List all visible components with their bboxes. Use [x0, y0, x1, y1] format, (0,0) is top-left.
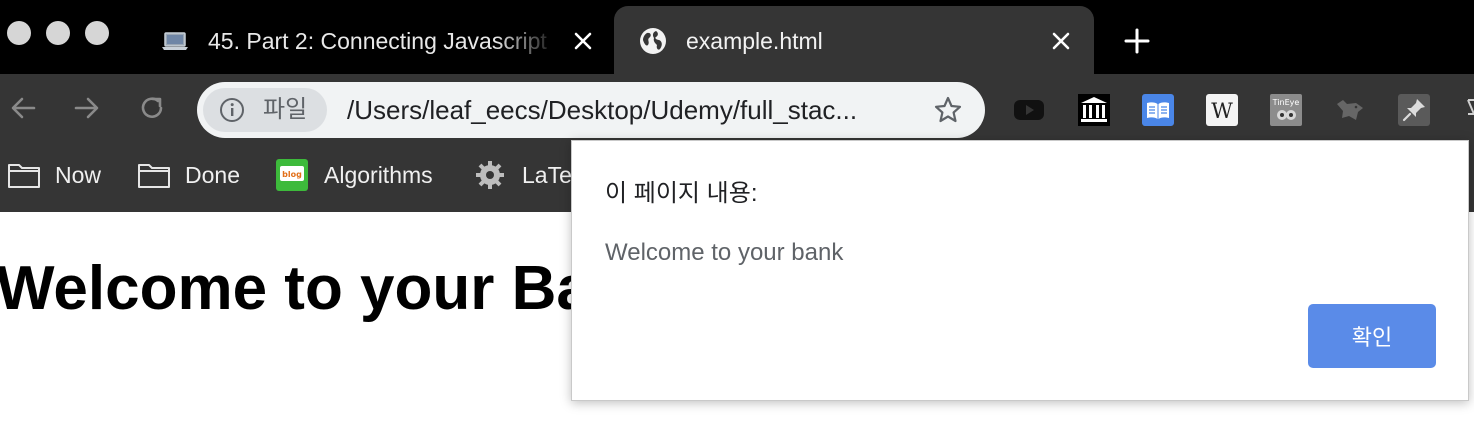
bookmark-done[interactable]: Done	[137, 158, 240, 192]
close-icon[interactable]	[570, 28, 596, 54]
window-zoom-button[interactable]	[85, 21, 109, 45]
folder-icon	[138, 164, 170, 188]
pin-icon[interactable]	[1398, 94, 1430, 126]
museum-icon[interactable]	[1078, 94, 1110, 126]
address-bar[interactable]: 파일 /Users/leaf_eecs/Desktop/Udemy/full_s…	[197, 82, 985, 138]
svg-text:TinEye: TinEye	[1272, 98, 1300, 107]
fox-icon[interactable]	[1334, 94, 1366, 126]
tab-title: 45. Part 2: Connecting Javascript	[208, 28, 547, 54]
window-close-button[interactable]	[7, 21, 31, 45]
reader-icon[interactable]	[1142, 94, 1174, 126]
ok-button[interactable]: 확인	[1308, 304, 1436, 368]
window-minimize-button[interactable]	[46, 21, 70, 45]
new-tab-button[interactable]	[1122, 26, 1152, 56]
tineye-icon[interactable]: TinEye	[1270, 94, 1302, 126]
page-heading: Welcome to your Bank	[0, 254, 664, 323]
overflow-icon[interactable]	[1462, 94, 1474, 126]
alert-dialog: 이 페이지 내용: Welcome to your bank 확인	[571, 140, 1469, 401]
svg-text:blog: blog	[282, 170, 302, 179]
tab-title: example.html	[686, 28, 823, 54]
globe-icon	[640, 28, 666, 54]
close-icon[interactable]	[1048, 28, 1074, 54]
laptop-icon	[162, 32, 188, 50]
info-icon	[220, 98, 244, 122]
gear-icon	[476, 161, 504, 189]
bookmark-label: Done	[185, 161, 240, 188]
url-text[interactable]: /Users/leaf_eecs/Desktop/Udemy/full_stac…	[347, 95, 857, 125]
dialog-message: Welcome to your bank	[605, 239, 844, 266]
tab-active[interactable]: example.html	[614, 6, 1094, 74]
tab-strip: 45. Part 2: Connecting Javascript exampl…	[0, 0, 1474, 74]
bookmark-label: Algorithms	[324, 161, 433, 188]
tab-inactive[interactable]: 45. Part 2: Connecting Javascript	[140, 6, 612, 74]
site-info-label: 파일	[263, 96, 308, 123]
back-arrow-icon[interactable]	[8, 93, 38, 123]
youtube-icon[interactable]	[1013, 94, 1045, 126]
svg-text:W: W	[1211, 99, 1233, 123]
bookmark-label: Now	[55, 161, 102, 188]
site-info-chip[interactable]: 파일	[203, 88, 327, 132]
browser-toolbar: 파일 /Users/leaf_eecs/Desktop/Udemy/full_s…	[0, 74, 1474, 142]
bookmark-algorithms[interactable]: blog Algorithms	[276, 158, 433, 192]
reload-icon[interactable]	[137, 93, 167, 123]
wikipedia-icon[interactable]: W	[1206, 94, 1238, 126]
star-icon[interactable]	[933, 95, 963, 125]
folder-icon	[8, 164, 40, 188]
bookmark-now[interactable]: Now	[7, 158, 101, 192]
blog-icon: blog	[276, 159, 308, 191]
forward-arrow-icon[interactable]	[72, 93, 102, 123]
dialog-title: 이 페이지 내용:	[605, 180, 758, 207]
